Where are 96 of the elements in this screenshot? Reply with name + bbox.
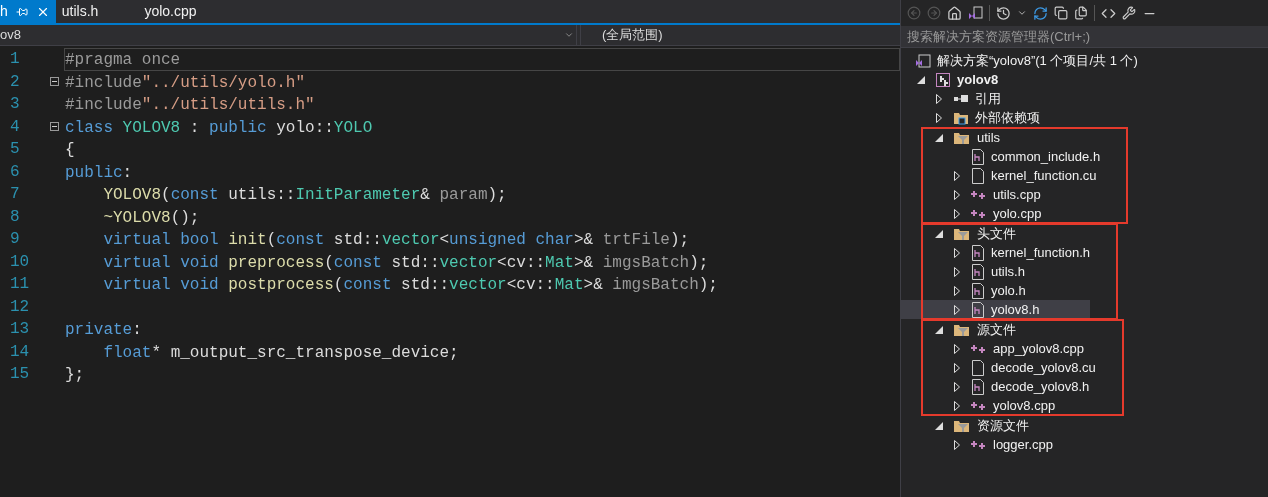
header-file-icon bbox=[971, 244, 985, 261]
line-number: 8 bbox=[10, 207, 20, 226]
expanded-arrow-icon[interactable] bbox=[917, 75, 925, 84]
line-number: 3 bbox=[10, 95, 20, 113]
tree-item[interactable]: 外部依赖项 bbox=[901, 108, 1268, 127]
dropdown-caret-icon[interactable] bbox=[1017, 8, 1027, 18]
code-line: class YOLOV8 : public yolo::YOLO bbox=[65, 118, 373, 137]
code-line: #include"../utils/utils.h" bbox=[65, 96, 315, 114]
line-number: 4 bbox=[10, 117, 20, 136]
tree-item[interactable]: 头文件 bbox=[901, 224, 1090, 243]
header-file-icon bbox=[971, 301, 985, 318]
show-all-files-icon[interactable] bbox=[1074, 6, 1088, 20]
line-number: 9 bbox=[10, 230, 20, 248]
tree-item[interactable]: app_yolov8.cpp bbox=[901, 339, 1096, 358]
tree-item[interactable]: yolov8.cpp bbox=[901, 396, 1096, 415]
collapsed-arrow-icon[interactable] bbox=[954, 362, 960, 373]
line-number: 6 bbox=[10, 162, 20, 181]
expanded-arrow-icon[interactable] bbox=[935, 421, 943, 430]
collapsed-arrow-icon[interactable] bbox=[936, 93, 942, 104]
file-icon bbox=[971, 359, 985, 376]
collapsed-arrow-icon[interactable] bbox=[954, 400, 960, 411]
tree-item[interactable]: utils.cpp bbox=[901, 185, 1101, 204]
collapsed-arrow-icon[interactable] bbox=[954, 343, 960, 354]
collapse-icon[interactable] bbox=[50, 77, 59, 87]
tree-item[interactable]: utils bbox=[901, 128, 1101, 147]
line-number: 10 bbox=[10, 252, 30, 271]
header-file-icon bbox=[971, 378, 985, 395]
code-line: #include"../utils/yolo.h" bbox=[65, 73, 306, 92]
header-file-icon bbox=[971, 282, 985, 299]
history-icon[interactable] bbox=[996, 5, 1011, 21]
line-number: 14 bbox=[10, 342, 30, 361]
tree-item[interactable]: common_include.h bbox=[901, 147, 1101, 166]
collapsed-arrow-icon[interactable] bbox=[954, 247, 960, 258]
code-line: public: bbox=[65, 163, 133, 182]
tree-item[interactable]: logger.cpp bbox=[901, 435, 1268, 454]
line-number: 13 bbox=[10, 320, 30, 338]
collapsed-arrow-icon[interactable] bbox=[954, 285, 960, 296]
line-number: 7 bbox=[10, 185, 20, 203]
tree-item[interactable]: yolov8 bbox=[901, 70, 1268, 89]
home-icon[interactable] bbox=[947, 5, 962, 21]
tree-item[interactable]: 引用 bbox=[901, 89, 1268, 108]
tree-item[interactable]: decode_yolov8.cu bbox=[901, 358, 1096, 377]
tree-item[interactable]: yolov8.h bbox=[901, 300, 1090, 319]
code-line: private: bbox=[65, 321, 142, 339]
file-tab[interactable]: utils.h bbox=[55, 0, 139, 23]
code-line: { bbox=[65, 141, 75, 159]
file-icon bbox=[971, 167, 985, 184]
code-line: virtual void preprocess(const std::vector<cv::Mat>& imgsBatch); bbox=[102, 253, 709, 272]
collapsed-arrow-icon[interactable] bbox=[954, 304, 960, 315]
tree-item[interactable]: 解决方案“yolov8”(1 个项目/共 1 个) bbox=[901, 51, 1268, 70]
code-line: virtual void postprocess(const std::vector<cv::Mat>& imgsBatch); bbox=[102, 276, 718, 294]
code-line: #pragma once bbox=[65, 51, 181, 69]
line-number: 1 bbox=[10, 50, 20, 68]
tree-item[interactable]: utils.h bbox=[901, 262, 1090, 281]
collapsed-arrow-icon[interactable] bbox=[954, 189, 960, 200]
collapsed-arrow-icon[interactable] bbox=[954, 439, 960, 450]
code-line: }; bbox=[65, 366, 85, 384]
line-number: 15 bbox=[10, 365, 30, 383]
expanded-arrow-icon[interactable] bbox=[935, 229, 943, 238]
tree-item[interactable]: decode_yolov8.h bbox=[901, 377, 1096, 396]
pin-icon[interactable] bbox=[15, 5, 28, 18]
line-number: 2 bbox=[10, 72, 20, 91]
collapse-icon[interactable] bbox=[50, 122, 59, 132]
project-dropdown[interactable]: ov8 bbox=[0, 25, 577, 45]
expanded-arrow-icon[interactable] bbox=[935, 133, 943, 142]
line-number: 5 bbox=[10, 140, 20, 158]
tree-item[interactable]: 资源文件 bbox=[901, 416, 1268, 435]
solution-switch-icon[interactable] bbox=[968, 5, 983, 21]
dropdown-caret-icon bbox=[564, 30, 574, 40]
code-line: virtual bool init(const std::vector<unsigned char>& trtFile); bbox=[102, 231, 690, 249]
collapse-all-icon[interactable] bbox=[1054, 6, 1068, 20]
collapsed-arrow-icon[interactable] bbox=[954, 170, 960, 181]
code-line: ~YOLOV8(); bbox=[102, 208, 200, 227]
project-icon bbox=[935, 71, 951, 88]
solution-icon bbox=[915, 52, 931, 69]
code-line: YOLOV8(const utils::InitParameter& param); bbox=[102, 186, 507, 204]
search-field[interactable]: 搜索解决方案资源管理器(Ctrl+;) bbox=[901, 26, 1268, 48]
tree-item[interactable]: yolo.cpp bbox=[901, 204, 1101, 223]
tree-item[interactable]: kernel_function.cu bbox=[901, 166, 1101, 185]
line-number: 11 bbox=[10, 275, 30, 293]
tree-item[interactable]: kernel_function.h bbox=[901, 243, 1090, 262]
refresh-icon[interactable] bbox=[1033, 5, 1048, 21]
collapsed-arrow-icon[interactable] bbox=[936, 112, 942, 123]
collapsed-arrow-icon[interactable] bbox=[954, 208, 960, 219]
header-file-icon bbox=[971, 263, 985, 280]
file-tab[interactable]: h bbox=[0, 0, 56, 23]
expanded-arrow-icon[interactable] bbox=[935, 325, 943, 334]
file-tab[interactable]: yolo.cpp bbox=[138, 0, 237, 23]
wrench-icon[interactable] bbox=[1122, 6, 1136, 20]
header-file-icon bbox=[971, 148, 985, 165]
tree-item[interactable]: 源文件 bbox=[901, 320, 1096, 339]
collapsed-arrow-icon[interactable] bbox=[954, 381, 960, 392]
code-line: float* m_output_src_transpose_device; bbox=[102, 343, 459, 362]
tree-item[interactable]: yolo.h bbox=[901, 281, 1090, 300]
line-number: 12 bbox=[10, 297, 30, 316]
collapsed-arrow-icon[interactable] bbox=[954, 266, 960, 277]
